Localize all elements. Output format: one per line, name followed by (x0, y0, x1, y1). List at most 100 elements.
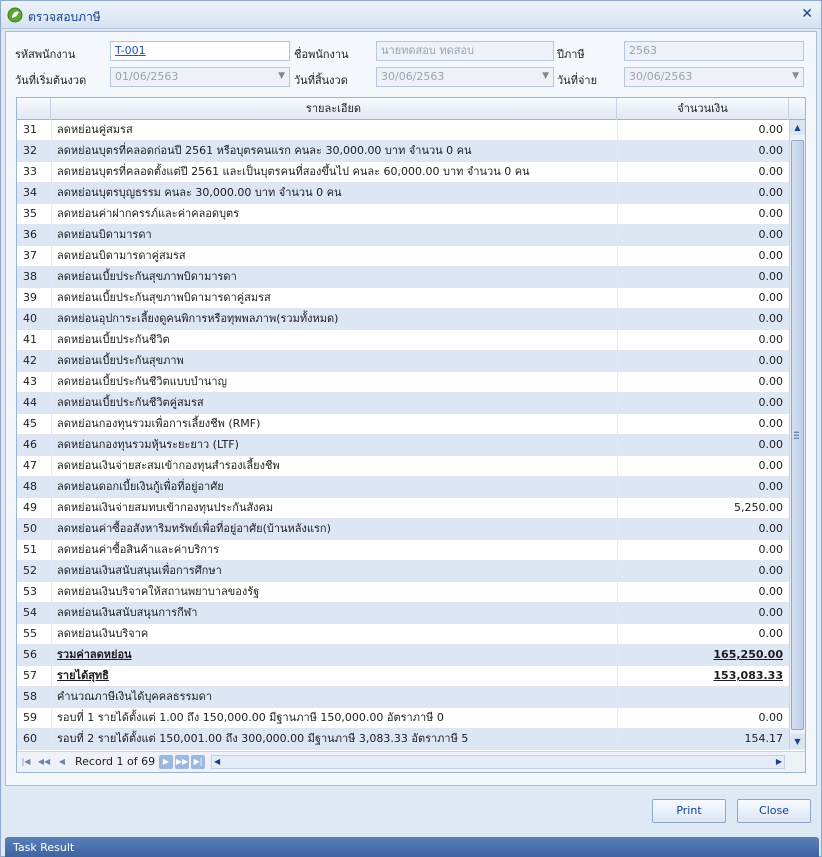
table-row[interactable]: 39 ลดหย่อนเบี้ยประกันสุขภาพบิดามารดาคู่สม… (17, 288, 789, 309)
row-number-cell: 49 (23, 501, 37, 514)
table-row[interactable]: 50 ลดหย่อนค่าซื้ออสังหาริมทรัพย์เพื่อที่อ… (17, 519, 789, 540)
description-cell: ลดหย่อนบิดามารดา (51, 225, 617, 245)
table-row[interactable]: 35 ลดหย่อนค่าฝากครรภ์และค่าคลอดบุตร 0.00 (17, 204, 789, 225)
chevron-down-icon[interactable]: ▼ (792, 69, 799, 83)
table-row[interactable]: 57 รายได้สุทธิ 153,083.33 (17, 666, 789, 687)
row-number-cell: 48 (23, 480, 37, 493)
close-icon[interactable]: ✕ (801, 6, 813, 22)
description-cell: ลดหย่อนคู่สมรส (51, 120, 617, 140)
description-cell: ลดหย่อนดอกเบี้ยเงินกู้เพื่อที่อยู่อาศัย (51, 477, 617, 497)
row-number-cell: 41 (23, 333, 37, 346)
row-number-cell: 55 (23, 627, 37, 640)
amount-cell: 0.00 (617, 582, 789, 602)
next-record-icon[interactable]: ▶ (159, 755, 173, 769)
row-number-cell: 57 (23, 669, 37, 682)
next-page-icon[interactable]: ▶▶ (175, 755, 189, 769)
row-number-cell: 35 (23, 207, 37, 220)
description-cell: ลดหย่อนเบี้ยประกันสุขภาพบิดามารดา (51, 267, 617, 287)
header-row-number[interactable] (17, 98, 51, 120)
prev-record-icon[interactable]: ◀ (55, 755, 69, 769)
grid-header: รายละเอียด จำนวนเงิน (17, 98, 805, 120)
pay-date-dropdown[interactable]: 30/06/2563 ▼ (624, 67, 804, 87)
table-row[interactable]: 38 ลดหย่อนเบี้ยประกันสุขภาพบิดามารดา 0.00 (17, 267, 789, 288)
emp-code-label: รหัสพนักงาน (15, 48, 76, 61)
table-row[interactable]: 47 ลดหย่อนเงินจ่ายสะสมเข้ากองทุนสำรองเลี้… (17, 456, 789, 477)
table-row[interactable]: 34 ลดหย่อนบุตรบุญธรรม คนละ 30,000.00 บาท … (17, 183, 789, 204)
amount-cell: 5,250.00 (617, 498, 789, 518)
period-start-dropdown[interactable]: 01/06/2563 ▼ (110, 67, 290, 87)
table-row[interactable]: 53 ลดหย่อนเงินบริจาคให้สถานพยาบาลของรัฐ 0.… (17, 582, 789, 603)
table-row[interactable]: 48 ลดหย่อนดอกเบี้ยเงินกู้เพื่อที่อยู่อาศั… (17, 477, 789, 498)
header-amount[interactable]: จำนวนเงิน (617, 98, 789, 120)
table-row[interactable]: 42 ลดหย่อนเบี้ยประกันสุขภาพ 0.00 (17, 351, 789, 372)
table-row[interactable]: 44 ลดหย่อนเบี้ยประกันชีวิตคู่สมรส 0.00 (17, 393, 789, 414)
table-row[interactable]: 40 ลดหย่อนอุปการะเลี้ยงดูคนพิการหรือทุพพล… (17, 309, 789, 330)
table-row[interactable]: 54 ลดหย่อนเงินสนับสนุนการกีฬา 0.00 (17, 603, 789, 624)
scroll-up-icon[interactable]: ▲ (790, 120, 805, 135)
horizontal-scrollbar[interactable]: ◀ ▶ (211, 755, 785, 769)
row-number-cell: 54 (23, 606, 37, 619)
table-row[interactable]: 51 ลดหย่อนค่าซื้อสินค้าและค่าบริการ 0.00 (17, 540, 789, 561)
table-row[interactable]: 43 ลดหย่อนเบี้ยประกันชีวิตแบบบำนาญ 0.00 (17, 372, 789, 393)
record-navigator: |◀ ◀◀ ◀ Record 1 of 69 ▶ ▶▶ ▶| ◀ ▶ (17, 751, 805, 772)
table-row[interactable]: 49 ลดหย่อนเงินจ่ายสมทบเข้ากองทุนประกันสัง… (17, 498, 789, 519)
row-number-cell: 32 (23, 144, 37, 157)
description-cell: ลดหย่อนกองทุนรวมเพื่อการเลี้ยงชีพ (RMF) (51, 414, 617, 434)
period-end-dropdown[interactable]: 30/06/2563 ▼ (376, 67, 554, 87)
row-number-cell: 43 (23, 375, 37, 388)
chevron-down-icon[interactable]: ▼ (542, 69, 549, 83)
table-row[interactable]: 36 ลดหย่อนบิดามารดา 0.00 (17, 225, 789, 246)
table-row[interactable]: 46 ลดหย่อนกองทุนรวมหุ้นระยะยาว (LTF) 0.00 (17, 435, 789, 456)
amount-cell: 0.00 (617, 372, 789, 392)
scroll-thumb[interactable]: ━ ━ ━ (791, 140, 804, 730)
amount-cell: 0.00 (617, 435, 789, 455)
scroll-right-icon[interactable]: ▶ (776, 756, 782, 768)
last-record-icon[interactable]: ▶| (191, 755, 205, 769)
prev-page-icon[interactable]: ◀◀ (37, 755, 51, 769)
description-cell: ลดหย่อนเบี้ยประกันชีวิตแบบบำนาญ (51, 372, 617, 392)
period-end-label: วันที่สิ้นงวด (294, 74, 348, 87)
table-row[interactable]: 41 ลดหย่อนเบี้ยประกันชีวิต 0.00 (17, 330, 789, 351)
description-cell: ลดหย่อนเงินบริจาคให้สถานพยาบาลของรัฐ (51, 582, 617, 602)
task-result-bar[interactable]: Task Result (5, 837, 819, 857)
emp-code-field[interactable]: T-001 (110, 41, 290, 61)
row-number-cell: 59 (23, 711, 37, 724)
table-row[interactable]: 55 ลดหย่อนเงินบริจาค 0.00 (17, 624, 789, 645)
row-number-cell: 44 (23, 396, 37, 409)
tax-year-field[interactable]: 2563 (624, 41, 804, 61)
table-row[interactable]: 58 คำนวณภาษีเงินได้บุคคลธรรมดา (17, 687, 789, 708)
table-row[interactable]: 60 รอบที่ 2 รายได้ตั้งแต่ 150,001.00 ถึง … (17, 729, 789, 750)
amount-cell: 0.00 (617, 288, 789, 308)
description-cell: รอบที่ 2 รายได้ตั้งแต่ 150,001.00 ถึง 30… (51, 729, 617, 749)
scroll-down-icon[interactable]: ▼ (790, 734, 805, 749)
amount-cell: 0.00 (617, 141, 789, 161)
row-number-cell: 60 (23, 732, 37, 745)
table-row[interactable]: 33 ลดหย่อนบุตรที่คลอดตั้งแต่ปี 2561 และเป… (17, 162, 789, 183)
close-button[interactable]: Close (737, 799, 811, 823)
table-row[interactable]: 56 รวมค่าลดหย่อน 165,250.00 (17, 645, 789, 666)
first-record-icon[interactable]: |◀ (19, 755, 33, 769)
table-row[interactable]: 59 รอบที่ 1 รายได้ตั้งแต่ 1.00 ถึง 150,00… (17, 708, 789, 729)
table-row[interactable]: 31 ลดหย่อนคู่สมรส 0.00 (17, 120, 789, 141)
print-button[interactable]: Print (652, 799, 726, 823)
vertical-scrollbar[interactable]: ▲ ━ ━ ━ ▼ (789, 120, 805, 750)
table-row[interactable]: 45 ลดหย่อนกองทุนรวมเพื่อการเลี้ยงชีพ (RMF… (17, 414, 789, 435)
description-cell: ลดหย่อนกองทุนรวมหุ้นระยะยาว (LTF) (51, 435, 617, 455)
table-row[interactable]: 32 ลดหย่อนบุตรที่คลอดก่อนปี 2561 หรือบุตร… (17, 141, 789, 162)
header-desc[interactable]: รายละเอียด (51, 98, 617, 120)
pay-date-label: วันที่จ่าย (557, 74, 598, 87)
row-number-cell: 51 (23, 543, 37, 556)
table-row[interactable]: 37 ลดหย่อนบิดามารดาคู่สมรส 0.00 (17, 246, 789, 267)
row-number-cell: 34 (23, 186, 37, 199)
row-number-cell: 37 (23, 249, 37, 262)
chevron-down-icon[interactable]: ▼ (278, 69, 285, 83)
row-number-cell: 42 (23, 354, 37, 367)
emp-name-label: ชื่อพนักงาน (294, 48, 349, 61)
table-row[interactable]: 52 ลดหย่อนเงินสนับสนุนเพื่อการศึกษา 0.00 (17, 561, 789, 582)
grip-icon: ━ ━ ━ (794, 428, 799, 443)
emp-name-field[interactable]: นายทดสอบ ทดสอบ (376, 41, 554, 61)
amount-cell: 153,083.33 (617, 666, 789, 686)
row-number-cell: 47 (23, 459, 37, 472)
description-cell: ลดหย่อนค่าซื้ออสังหาริมทรัพย์เพื่อที่อยู… (51, 519, 617, 539)
scroll-left-icon[interactable]: ◀ (214, 756, 220, 768)
